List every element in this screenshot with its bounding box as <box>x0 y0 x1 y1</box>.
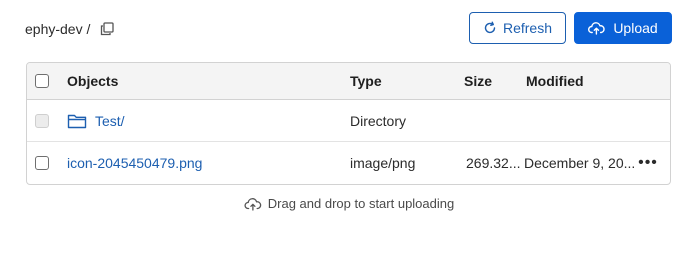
table-row[interactable]: icon-2045450479.png image/png 269.32... … <box>27 142 670 184</box>
table-row[interactable]: Test/ Directory <box>27 100 670 142</box>
column-header-type[interactable]: Type <box>350 63 382 99</box>
refresh-button[interactable]: Refresh <box>469 12 566 44</box>
copy-icon[interactable] <box>100 22 115 36</box>
object-name-cell[interactable]: icon-2045450479.png <box>67 142 202 184</box>
row-checkbox <box>35 113 49 128</box>
select-all-cell <box>35 63 51 99</box>
upload-button[interactable]: Upload <box>574 12 672 44</box>
breadcrumb-bucket[interactable]: ephy-dev / <box>25 21 90 37</box>
drop-hint-text: Drag and drop to start uploading <box>267 196 455 211</box>
column-header-objects[interactable]: Objects <box>67 63 118 99</box>
more-horizontal-icon: ••• <box>638 154 658 171</box>
breadcrumb: ephy-dev / <box>25 19 115 39</box>
upload-label: Upload <box>613 20 658 36</box>
select-all-checkbox[interactable] <box>35 74 49 88</box>
object-name-link[interactable]: Test/ <box>95 113 125 129</box>
row-checkbox-cell <box>35 100 51 141</box>
refresh-icon <box>483 21 497 35</box>
table-header: Objects Type Size Modified <box>27 63 670 100</box>
cloud-upload-icon <box>244 197 262 211</box>
object-type: image/png <box>350 155 416 171</box>
row-actions-menu[interactable]: ••• <box>638 142 658 184</box>
row-checkbox-cell <box>35 142 51 184</box>
objects-table: Objects Type Size Modified Test/ Directo… <box>26 62 671 185</box>
cloud-upload-icon <box>588 21 606 35</box>
refresh-label: Refresh <box>502 20 553 36</box>
object-browser: ephy-dev / Refresh Upload Objects Type S… <box>0 0 698 255</box>
object-type: Directory <box>350 112 407 129</box>
row-checkbox[interactable] <box>35 156 49 170</box>
object-size: 269.32... <box>466 155 521 171</box>
object-name-cell[interactable]: Test/ <box>67 100 125 141</box>
object-modified: December 9, 20... <box>524 155 636 171</box>
folder-icon <box>67 113 87 129</box>
column-header-modified[interactable]: Modified <box>526 63 584 99</box>
object-name-link[interactable]: icon-2045450479.png <box>67 155 202 171</box>
drop-zone-hint[interactable]: Drag and drop to start uploading <box>0 196 698 211</box>
column-header-size[interactable]: Size <box>464 63 492 99</box>
